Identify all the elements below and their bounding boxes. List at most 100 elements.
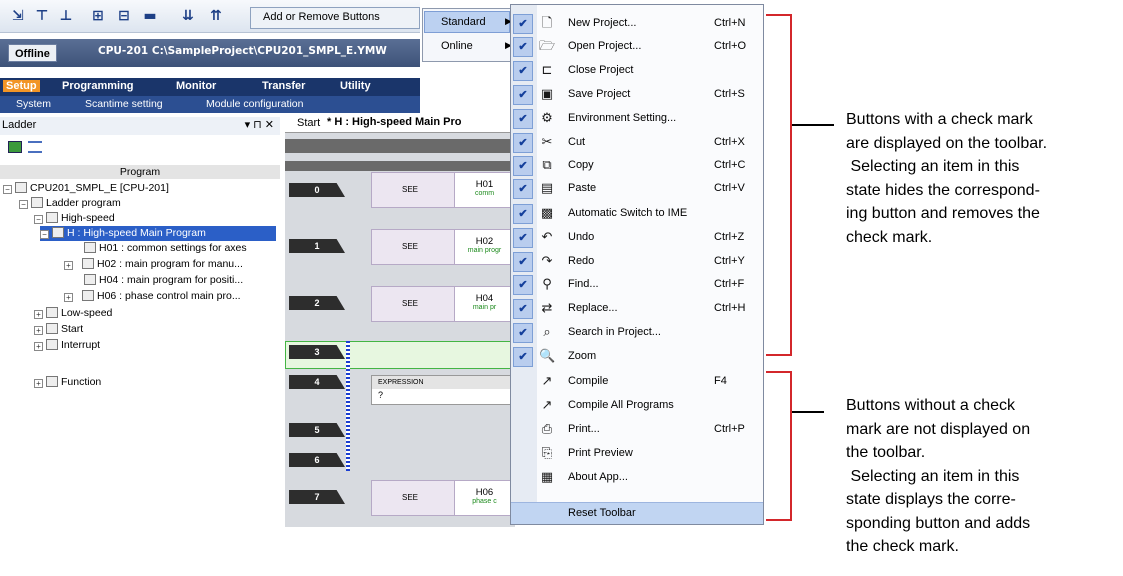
list-view-icon[interactable] (28, 141, 42, 153)
reset-toolbar-item[interactable]: Reset Toolbar (511, 502, 763, 524)
folder-icon (31, 197, 43, 208)
ladder-delete-icon[interactable]: ▬ (140, 6, 160, 26)
tab-monitor[interactable]: Monitor (176, 80, 216, 92)
tab-programming[interactable]: Programming (62, 80, 134, 92)
menu-item-compile[interactable]: ↗ Compile F4 (511, 371, 763, 393)
call-block[interactable]: SEE H01 comm (371, 172, 514, 208)
menu-item-label: Close Project (568, 64, 634, 76)
menu-item-shortcut: Ctrl+V (714, 182, 745, 194)
subtab-module-config[interactable]: Module configuration (206, 98, 303, 110)
tree-node-ladder-program[interactable]: − Ladder program (19, 196, 121, 211)
expression-block[interactable]: EXPRESSION ? (371, 375, 515, 405)
call-block[interactable]: SEE H02 main progr (371, 229, 514, 265)
check-mark-icon: ✔ (513, 252, 533, 272)
tree-node-h01[interactable]: H01 : common settings for axes (84, 241, 247, 256)
ladder-panel: Ladder ▾ ⊓ ✕ Program − CPU201_SMPL_E [CPU… (0, 117, 280, 527)
menu-item-label: Cut (568, 136, 586, 148)
tree-node-cpu[interactable]: − CPU201_SMPL_E [CPU-201] (3, 181, 169, 196)
tree-node-h02[interactable]: + H02 : main program for manu... (64, 257, 243, 272)
program-icon (84, 274, 96, 285)
program-ref: H04 main pr (454, 287, 514, 321)
program-add-icon[interactable] (8, 141, 22, 153)
rung-header (285, 139, 515, 153)
expand-toggle-icon[interactable]: + (64, 293, 73, 302)
project-path-bar: Offline CPU-201 C:\SampleProject\CPU201_… (0, 39, 420, 67)
menu-item-find[interactable]: ✔ ⚲ Find... Ctrl+F (511, 274, 763, 296)
tab-transfer[interactable]: Transfer (262, 80, 305, 92)
menu-item-redo[interactable]: ✔ ↷ Redo Ctrl+Y (511, 251, 763, 273)
tab-start[interactable]: Start (297, 117, 320, 129)
check-mark-icon: ✔ (513, 156, 533, 176)
menu-item-paste[interactable]: ✔ ▤ Paste Ctrl+V (511, 178, 763, 200)
menu-item-undo[interactable]: ✔ ↶ Undo Ctrl+Z (511, 227, 763, 249)
menu-item-compile-all-programs[interactable]: ↗ Compile All Programs (511, 395, 763, 417)
tab-h-main[interactable]: * H : High-speed Main Pro (327, 116, 462, 128)
new-project-icon: 🗋 (541, 16, 553, 31)
tree-node-h06[interactable]: + H06 : phase control main pro... (64, 289, 241, 304)
expand-toggle-icon[interactable]: + (34, 326, 43, 335)
menu-item-search-in-project[interactable]: ✔ ⌕ Search in Project... (511, 322, 763, 344)
leader-line (792, 124, 834, 126)
subtab-system[interactable]: System (16, 98, 51, 110)
menu-item-print[interactable]: ⎙ Print... Ctrl+P (511, 419, 763, 441)
call-block[interactable]: SEE H06 phase c (371, 480, 514, 516)
panel-controls[interactable]: ▾ ⊓ ✕ (245, 118, 274, 131)
collapse-toggle-icon[interactable]: − (19, 200, 28, 209)
menu-item-close-project[interactable]: ✔ ⊏ Close Project (511, 60, 763, 82)
collapse-icon[interactable]: ⇊ (178, 6, 198, 26)
collapse-toggle-icon[interactable]: − (40, 230, 49, 239)
tab-setup[interactable]: Setup (3, 80, 40, 92)
expand-toggle-icon[interactable]: + (34, 310, 43, 319)
tree-node-low-speed[interactable]: + Low-speed (34, 306, 112, 321)
tree-node-h-main[interactable]: − H : High-speed Main Program (40, 226, 276, 241)
menu-item-shortcut: Ctrl+P (714, 423, 745, 435)
pointer-icon[interactable]: ⇲ (8, 6, 28, 26)
tree-node-function[interactable]: + Function (34, 375, 101, 390)
menu-item-print-preview[interactable]: ⎘ Print Preview (511, 443, 763, 465)
rung-number[interactable]: 3 (289, 345, 345, 359)
rung-number[interactable]: 1 (289, 239, 345, 253)
collapse-toggle-icon[interactable]: − (3, 185, 12, 194)
call-block[interactable]: SEE H04 main pr (371, 286, 514, 322)
tab-utility[interactable]: Utility (340, 80, 371, 92)
menu-item-environment-setting[interactable]: ✔ ⚙ Environment Setting... (511, 108, 763, 130)
rung-number[interactable]: 7 (289, 490, 345, 504)
collapse-toggle-icon[interactable]: − (34, 215, 43, 224)
add-remove-buttons-menu[interactable]: Add or Remove Buttons (250, 7, 420, 29)
rung-header (285, 161, 515, 171)
menu-item-open-project[interactable]: ✔ 🗁 Open Project... Ctrl+O (511, 36, 763, 58)
menu-item-zoom[interactable]: ✔ 🔍 Zoom (511, 346, 763, 368)
open-project-icon: 🗁 (539, 39, 556, 54)
tree-node-h04[interactable]: H04 : main program for positi... (84, 273, 243, 288)
compile-icon: ↗ (541, 374, 553, 389)
rung-number[interactable]: 5 (289, 423, 345, 437)
rung-number[interactable]: 4 (289, 375, 345, 389)
expand-toggle-icon[interactable]: + (34, 379, 43, 388)
about-app-icon: ▦ (540, 470, 554, 485)
tree-node-high-speed[interactable]: − High-speed (34, 211, 115, 226)
expand-toggle-icon[interactable]: + (34, 342, 43, 351)
tree-node-start[interactable]: + Start (34, 322, 83, 337)
contact-icon[interactable]: ⊤ (32, 6, 52, 26)
menu-item-standard[interactable]: Standard ▶ (441, 16, 512, 28)
menu-item-new-project[interactable]: ✔ 🗋 New Project... Ctrl+N (511, 13, 763, 35)
leader-line (792, 411, 824, 413)
rung-number[interactable]: 6 (289, 453, 345, 467)
rung-number[interactable]: 0 (289, 183, 345, 197)
menu-item-automatic-switch-to-ime[interactable]: ✔ ▩ Automatic Switch to IME (511, 203, 763, 225)
ladder-icon[interactable]: ⊞ (88, 6, 108, 26)
coil-icon[interactable]: ⊥ (56, 6, 76, 26)
menu-item-save-project[interactable]: ✔ ▣ Save Project Ctrl+S (511, 84, 763, 106)
expand-toggle-icon[interactable]: + (64, 261, 73, 270)
expand-icon[interactable]: ⇈ (206, 6, 226, 26)
menu-item-about-app[interactable]: ▦ About App... (511, 467, 763, 489)
ladder-insert-icon[interactable]: ⊟ (114, 6, 134, 26)
tree-node-interrupt[interactable]: + Interrupt (34, 338, 100, 353)
menu-item-replace[interactable]: ✔ ⇄ Replace... Ctrl+H (511, 298, 763, 320)
check-mark-icon: ✔ (513, 133, 533, 153)
rung-number[interactable]: 2 (289, 296, 345, 310)
subtab-scantime[interactable]: Scantime setting (85, 98, 163, 110)
menu-item-copy[interactable]: ✔ ⧉ Copy Ctrl+C (511, 155, 763, 177)
menu-item-online[interactable]: Online ▶ (441, 40, 512, 52)
menu-item-cut[interactable]: ✔ ✂ Cut Ctrl+X (511, 132, 763, 154)
